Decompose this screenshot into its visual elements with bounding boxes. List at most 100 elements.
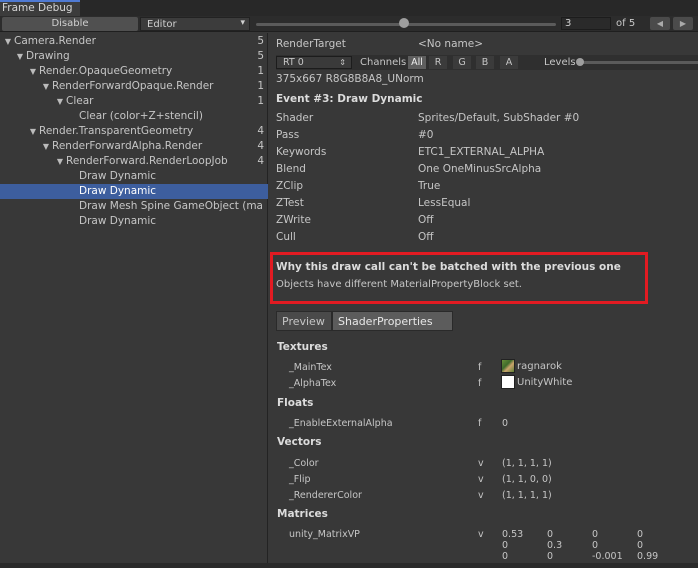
triangle-down-icon[interactable]: ▼ (40, 79, 52, 94)
tree-row-label: Clear (color+Z+stencil) (79, 110, 203, 122)
levels-slider-thumb[interactable] (576, 58, 584, 66)
disable-button[interactable]: Disable (2, 17, 138, 31)
tab-shader-properties[interactable]: ShaderProperties (332, 311, 453, 331)
vector-name: _Color (289, 458, 319, 469)
vector-name: _RendererColor (289, 490, 362, 501)
channel-b-button[interactable]: B (476, 56, 494, 69)
tree-row-label: Draw Dynamic (79, 185, 157, 197)
prop-cull-value: Off (418, 231, 434, 243)
matrix-cell: 0 (502, 540, 509, 551)
previous-event-button[interactable]: ◀ (650, 17, 670, 30)
channel-g-button[interactable]: G (453, 56, 471, 69)
tree-row[interactable]: ▼ Drawing 5 (0, 49, 268, 64)
tree-row-count: 5 (257, 50, 264, 62)
tree-row-count: 1 (257, 80, 264, 92)
tree-row[interactable]: Draw Mesh Spine GameObject (ma (0, 199, 268, 214)
channel-all-button[interactable]: All (408, 56, 426, 69)
prop-shader-label: Shader (276, 112, 314, 124)
tree-row-count: 1 (257, 65, 264, 77)
tree-row-label: Clear (66, 95, 94, 107)
prop-keywords-label: Keywords (276, 146, 327, 158)
triangle-down-icon[interactable]: ▼ (27, 124, 39, 139)
prop-shader-value: Sprites/Default, SubShader #0 (418, 112, 580, 124)
texture-type: f (478, 378, 482, 389)
tree-row[interactable]: ▼ Camera.Render 5 (0, 34, 268, 49)
matrix-cell: 0.53 (502, 529, 524, 540)
next-event-button[interactable]: ▶ (673, 17, 693, 30)
tree-row[interactable]: ▼ Render.OpaqueGeometry 1 (0, 64, 268, 79)
render-target-format: 375x667 R8G8B8A8_UNorm (276, 73, 424, 85)
editor-dropdown[interactable]: Editor ▾ (140, 17, 250, 31)
matrix-cell: 0 (547, 529, 554, 540)
float-name: _EnableExternalAlpha (289, 418, 393, 429)
vector-name: _Flip (289, 474, 311, 485)
channels-label: Channels (360, 57, 407, 68)
tree-row[interactable]: ▼ Clear 1 (0, 94, 268, 109)
channel-a-button[interactable]: A (500, 56, 518, 69)
tree-row-count: 4 (257, 140, 264, 152)
batch-warning-title: Why this draw call can't be batched with… (276, 261, 621, 273)
triangle-down-icon[interactable]: ▼ (54, 154, 66, 169)
prop-zwrite-value: Off (418, 214, 434, 226)
tree-row-selected[interactable]: Draw Dynamic (0, 184, 268, 199)
render-target-dropdown-label: RT 0 (283, 57, 304, 68)
prop-cull-label: Cull (276, 231, 296, 243)
tree-row-label: RenderForwardOpaque.Render (52, 80, 214, 92)
tree-row[interactable]: Draw Dynamic (0, 169, 268, 184)
tree-row[interactable]: Clear (color+Z+stencil) (0, 109, 268, 124)
tab-preview[interactable]: Preview (276, 311, 332, 331)
triangle-down-icon[interactable]: ▼ (54, 94, 66, 109)
triangle-down-icon[interactable]: ▼ (27, 64, 39, 79)
tree-row-label: RenderForward.RenderLoopJob (66, 155, 228, 167)
event-details-panel: RenderTarget <No name> RT 0 ⇕ Channels A… (269, 33, 698, 563)
triangle-down-icon[interactable]: ▼ (14, 49, 26, 64)
event-slider-thumb[interactable] (399, 18, 409, 28)
float-value: 0 (502, 418, 509, 429)
texture-value: UnityWhite (517, 377, 573, 388)
tree-row[interactable]: ▼ RenderForwardAlpha.Render 4 (0, 139, 268, 154)
window-titlebar: Frame Debug (0, 0, 698, 16)
matrix-name: unity_MatrixVP (289, 529, 360, 540)
arrow-right-icon: ▶ (679, 19, 687, 28)
render-target-dropdown[interactable]: RT 0 ⇕ (276, 56, 352, 69)
prop-blend-label: Blend (276, 163, 306, 175)
render-target-value: <No name> (418, 38, 483, 50)
event-tree: ▼ Camera.Render 5 ▼ Drawing 5 ▼ Render.Opaque… (0, 33, 268, 563)
matrix-cell: 0 (547, 551, 554, 562)
texture-thumbnail-ragnarok[interactable] (501, 359, 515, 373)
matrix-cell: 0 (592, 529, 599, 540)
tree-row-label: Draw Dynamic (79, 215, 157, 227)
texture-thumbnail-unitywhite[interactable] (501, 375, 515, 389)
prop-zclip-value: True (418, 180, 441, 192)
window-tab-frame-debug[interactable]: Frame Debug (0, 0, 80, 16)
triangle-down-icon[interactable]: ▼ (2, 34, 14, 49)
updown-arrows-icon: ⇕ (339, 58, 346, 67)
prop-ztest-label: ZTest (276, 197, 304, 209)
levels-slider-track[interactable] (581, 61, 698, 64)
prop-keywords-value: ETC1_EXTERNAL_ALPHA (418, 146, 545, 158)
matrices-section-title: Matrices (277, 508, 328, 520)
arrow-left-icon: ◀ (656, 19, 664, 28)
tree-row-label: Camera.Render (14, 35, 96, 47)
tree-row-count: 4 (257, 125, 264, 137)
tree-row[interactable]: ▼ Render.TransparentGeometry 4 (0, 124, 268, 139)
matrix-cell: 0 (637, 529, 644, 540)
tree-row[interactable]: Draw Dynamic (0, 214, 268, 229)
tree-row[interactable]: ▼ RenderForwardOpaque.Render 1 (0, 79, 268, 94)
prop-zwrite-label: ZWrite (276, 214, 311, 226)
vector-type: v (478, 474, 484, 485)
tree-row-label: Draw Mesh Spine GameObject (ma (79, 200, 263, 212)
matrix-cell: 0 (592, 540, 599, 551)
event-title: Event #3: Draw Dynamic (276, 93, 423, 105)
matrix-type: v (478, 529, 484, 540)
triangle-down-icon[interactable]: ▼ (40, 139, 52, 154)
texture-name: _AlphaTex (289, 378, 337, 389)
prop-pass-label: Pass (276, 129, 300, 141)
vector-value: (1, 1, 0, 0) (502, 474, 552, 485)
tree-row-count: 5 (257, 35, 264, 47)
tree-row[interactable]: ▼ RenderForward.RenderLoopJob 4 (0, 154, 268, 169)
channel-r-button[interactable]: R (429, 56, 447, 69)
event-number-field[interactable]: 3 (561, 17, 611, 30)
prop-blend-value: One OneMinusSrcAlpha (418, 163, 542, 175)
tree-row-label: Render.OpaqueGeometry (39, 65, 173, 77)
